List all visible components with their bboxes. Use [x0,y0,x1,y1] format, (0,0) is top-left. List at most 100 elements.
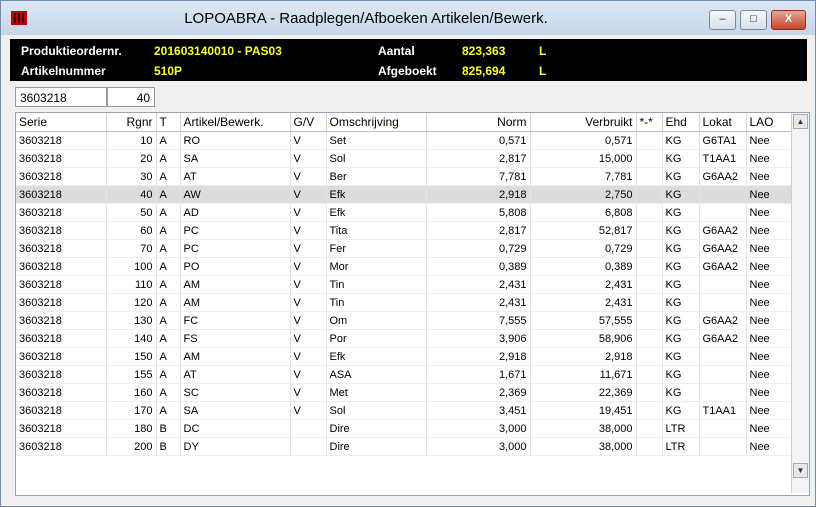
order-value: 201603140010 - PAS03 [154,44,282,58]
title-bar[interactable]: LOPOABRA - Raadplegen/Afboeken Artikelen… [1,1,815,35]
cell-ehd: KG [662,203,700,222]
serie-input[interactable]: 3603218 [15,87,107,107]
cell-star [636,257,663,276]
table-row[interactable]: 3603218 100 A PO V Mor 0,389 0,389 KG G6AA2 Nee [16,257,792,276]
cell-gv: V [290,293,327,312]
scroll-down-icon[interactable]: ▼ [793,463,808,478]
cell-ehd: LTR [662,437,700,456]
table-row[interactable]: 3603218 130 A FC V Om 7,555 57,555 KG G6AA2 Nee [16,311,792,330]
minimize-button[interactable]: – [709,10,736,30]
table-row[interactable]: 3603218 110 A AM V Tin 2,431 2,431 KG Nee [16,275,792,294]
cell-serie: 3603218 [16,149,107,168]
cell-lao: Nee [746,329,792,348]
maximize-button[interactable]: □ [740,10,767,30]
col-artikel[interactable]: Artikel/Bewerk. [180,113,291,132]
cell-star [636,401,663,420]
table-row[interactable]: 3603218 70 A PC V Fer 0,729 0,729 KG G6AA2 Nee [16,239,792,258]
col-serie[interactable]: Serie [16,113,107,132]
col-gv[interactable]: G/V [290,113,327,132]
cell-serie: 3603218 [16,329,107,348]
cell-verbruikt: 19,451 [530,401,637,420]
table-row[interactable]: 3603218 50 A AD V Efk 5,808 6,808 KG Nee [16,203,792,222]
col-ehd[interactable]: Ehd [662,113,700,132]
cell-type: A [156,293,181,312]
cell-lokat [699,275,747,294]
cell-lao: Nee [746,275,792,294]
cell-gv: V [290,239,327,258]
cell-type: A [156,329,181,348]
table-row[interactable]: 3603218 120 A AM V Tin 2,431 2,431 KG Nee [16,293,792,312]
cell-omschrijving: Sol [326,149,427,168]
cell-artikel: AD [180,203,291,222]
col-norm[interactable]: Norm [426,113,531,132]
table-row[interactable]: 3603218 150 A AM V Efk 2,918 2,918 KG Nee [16,347,792,366]
table-row[interactable]: 3603218 155 A AT V ASA 1,671 11,671 KG Nee [16,365,792,384]
table-row[interactable]: 3603218 140 A FS V Por 3,906 58,906 KG G6AA2 Nee [16,329,792,348]
table-row[interactable]: 3603218 170 A SA V Sol 3,451 19,451 KG T1AA1 Nee [16,401,792,420]
cell-type: A [156,311,181,330]
scroll-up-icon[interactable]: ▲ [793,114,808,129]
col-lao[interactable]: LAO [746,113,792,132]
article-label: Artikelnummer [21,64,106,78]
close-button[interactable]: X [771,10,806,30]
cell-lao: Nee [746,347,792,366]
table-row[interactable]: 3603218 30 A AT V Ber 7,781 7,781 KG G6AA2 Nee [16,167,792,186]
cell-norm: 0,571 [426,131,531,150]
table-row[interactable]: 3603218 180 B DC Dire 3,000 38,000 LTR Nee [16,419,792,438]
col-verbruikt[interactable]: Verbruikt [530,113,637,132]
cell-lokat: G6AA2 [699,257,747,276]
cell-lokat: T1AA1 [699,149,747,168]
vertical-scrollbar[interactable]: ▲ ▼ [791,113,809,493]
cell-ehd: KG [662,275,700,294]
cell-gv: V [290,221,327,240]
cell-gv: V [290,275,327,294]
table-row[interactable]: 3603218 60 A PC V Tita 2,817 52,817 KG G6AA2 Nee [16,221,792,240]
cell-omschrijving: Tin [326,275,427,294]
cell-norm: 2,431 [426,275,531,294]
cell-omschrijving: ASA [326,365,427,384]
cell-star [636,347,663,366]
booked-label: Afgeboekt [378,64,437,78]
table-row[interactable]: 3603218 160 A SC V Met 2,369 22,369 KG Nee [16,383,792,402]
col-star[interactable]: *-* [636,113,663,132]
cell-type: A [156,185,181,204]
cell-omschrijving: Tita [326,221,427,240]
cell-lao: Nee [746,401,792,420]
cell-omschrijving: Ber [326,167,427,186]
table-row[interactable]: 3603218 200 B DY Dire 3,000 38,000 LTR Nee [16,437,792,456]
cell-lao: Nee [746,311,792,330]
cell-type: A [156,167,181,186]
table-row[interactable]: 3603218 40 A AW V Efk 2,918 2,750 KG Nee [16,185,792,204]
cell-lao: Nee [746,437,792,456]
cell-artikel: SA [180,149,291,168]
rgnr-input[interactable]: 40 [107,87,155,107]
cell-lokat [699,383,747,402]
cell-norm: 5,808 [426,203,531,222]
table-row[interactable]: 3603218 10 A RO V Set 0,571 0,571 KG G6TA1 Nee [16,131,792,150]
col-lokat[interactable]: Lokat [699,113,747,132]
cell-serie: 3603218 [16,419,107,438]
cell-lao: Nee [746,293,792,312]
cell-gv: V [290,401,327,420]
cell-ehd: KG [662,365,700,384]
cell-serie: 3603218 [16,203,107,222]
cell-serie: 3603218 [16,239,107,258]
col-rgnr[interactable]: Rgnr [106,113,157,132]
cell-type: A [156,365,181,384]
cell-lao: Nee [746,419,792,438]
table-row[interactable]: 3603218 20 A SA V Sol 2,817 15,000 KG T1AA1 Nee [16,149,792,168]
cell-serie: 3603218 [16,275,107,294]
cell-verbruikt: 0,571 [530,131,637,150]
cell-lokat: G6AA2 [699,311,747,330]
cell-verbruikt: 15,000 [530,149,637,168]
cell-rgnr: 160 [106,383,157,402]
cell-norm: 2,918 [426,185,531,204]
cell-rgnr: 150 [106,347,157,366]
cell-lao: Nee [746,239,792,258]
grid-header: Serie Rgnr T Artikel/Bewerk. G/V Omschri… [16,113,792,132]
col-t[interactable]: T [156,113,181,132]
cell-omschrijving: Met [326,383,427,402]
cell-gv: V [290,257,327,276]
col-omschrijving[interactable]: Omschrijving [326,113,427,132]
cell-serie: 3603218 [16,437,107,456]
